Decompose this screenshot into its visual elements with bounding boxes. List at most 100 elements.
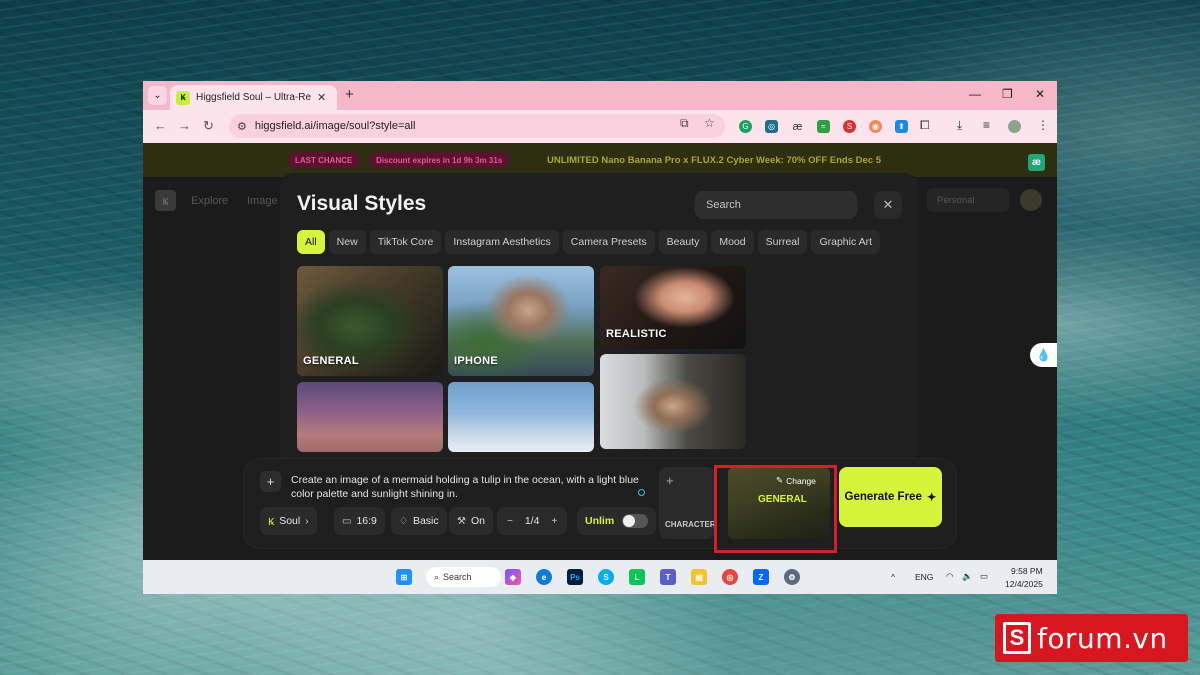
quality-selector[interactable]: ♢ Basic xyxy=(391,507,447,535)
style-card-label: IPHONE xyxy=(454,355,498,367)
skype-icon[interactable]: S xyxy=(598,569,614,585)
copilot-icon[interactable]: ◆ xyxy=(505,569,521,585)
model-selector[interactable]: Ꝃ Soul › xyxy=(260,507,317,535)
restore-button[interactable]: ❐ xyxy=(1002,87,1013,101)
edge-icon[interactable]: e xyxy=(536,569,552,585)
style-card-general[interactable]: GENERAL xyxy=(297,266,443,376)
zalo-icon[interactable]: Z xyxy=(753,569,769,585)
generate-button[interactable]: Generate Free ✦ xyxy=(839,467,942,527)
settings-gear-icon[interactable]: ⚙ xyxy=(784,569,800,585)
diamond-icon: ♢ xyxy=(399,515,408,527)
style-search-input[interactable]: Search xyxy=(695,191,857,219)
chrome-icon[interactable]: ◎ xyxy=(722,569,738,585)
tab-beauty[interactable]: Beauty xyxy=(658,230,708,254)
highlight-box xyxy=(714,465,837,553)
account-selector[interactable]: Personal xyxy=(927,188,1009,212)
tray-chevron-up-icon[interactable]: ^ xyxy=(891,572,895,582)
style-card-realistic[interactable]: REALISTIC xyxy=(600,266,746,349)
windows-start-icon[interactable]: ⊞ xyxy=(396,569,412,585)
tab-list-button[interactable]: ⌄ xyxy=(148,86,167,105)
style-card-label: REALISTIC xyxy=(606,328,667,340)
close-window-button[interactable]: ✕ xyxy=(1035,87,1045,101)
file-explorer-icon[interactable]: ▤ xyxy=(691,569,707,585)
nav-explore[interactable]: Explore xyxy=(191,195,228,207)
photoshop-icon[interactable]: Ps xyxy=(567,569,583,585)
promo-text: UNLIMITED Nano Banana Pro x FLUX.2 Cyber… xyxy=(547,155,881,166)
extension-icon[interactable]: ≈ xyxy=(817,120,830,133)
unlim-switch[interactable] xyxy=(622,514,649,528)
higgsfield-logo-icon[interactable]: Ꝃ xyxy=(155,190,176,211)
profile-avatar[interactable] xyxy=(1008,120,1021,133)
style-card-6[interactable] xyxy=(448,382,594,452)
avatar[interactable] xyxy=(1020,189,1042,211)
tab-higgsfield[interactable]: Ꝃ Higgsfield Soul – Ultra-Realistic ✕ xyxy=(170,85,337,110)
teams-icon[interactable]: T xyxy=(660,569,676,585)
forward-arrow-icon[interactable]: → xyxy=(178,118,191,133)
nav-image[interactable]: Image xyxy=(247,195,278,207)
clock-date[interactable]: 12/4/2025 xyxy=(1005,579,1043,589)
modal-close-button[interactable]: ✕ xyxy=(874,191,902,219)
back-arrow-icon[interactable]: ← xyxy=(154,118,167,133)
style-card-iphone[interactable]: IPHONE xyxy=(448,266,594,376)
extension-icon[interactable]: S xyxy=(843,120,856,133)
battery-icon[interactable]: ▭ xyxy=(980,571,988,582)
extensions-puzzle-icon[interactable]: ⧠ xyxy=(920,118,930,133)
tab-all[interactable]: All xyxy=(297,230,325,254)
add-image-button[interactable]: + xyxy=(260,471,281,492)
promo-banner[interactable]: LAST CHANCE Discount expires in 1d 9h 3m… xyxy=(143,143,1057,177)
model-label: Soul xyxy=(279,515,301,527)
tab-close-icon[interactable]: ✕ xyxy=(317,91,326,104)
taskbar-search-label: Search xyxy=(443,572,472,582)
language-indicator[interactable]: ENG xyxy=(915,572,933,582)
taskbar-search[interactable]: ⌕ Search xyxy=(426,567,501,587)
count-label: 1/4 xyxy=(524,515,540,527)
tab-new[interactable]: New xyxy=(328,230,366,254)
aspect-ratio-label: 16:9 xyxy=(356,515,377,527)
line-icon[interactable]: L xyxy=(629,569,645,585)
tab-tiktok-core[interactable]: TikTok Core xyxy=(369,230,442,254)
minimize-button[interactable]: — xyxy=(969,87,981,101)
tab-instagram-aesthetics[interactable]: Instagram Aesthetics xyxy=(445,230,559,254)
tab-mood[interactable]: Mood xyxy=(711,230,754,254)
extension-icon[interactable]: ◎ xyxy=(765,120,778,133)
enhance-toggle[interactable]: ⚒ On xyxy=(449,507,493,535)
menu-kebab-icon[interactable]: ⋮ xyxy=(1037,118,1049,132)
extension-icon[interactable]: ⬆ xyxy=(895,120,908,133)
style-card-4[interactable] xyxy=(600,354,746,449)
site-info-icon[interactable]: ⚙ xyxy=(237,120,247,133)
prompt-input[interactable]: Create an image of a mermaid holding a t… xyxy=(291,473,653,501)
ae-extension-icon[interactable]: æ xyxy=(791,120,804,133)
address-bar[interactable]: ⚙ higgsfield.ai/image/soul?style=all xyxy=(229,114,725,138)
tab-surreal[interactable]: Surreal xyxy=(757,230,808,254)
generate-label: Generate Free xyxy=(844,491,922,503)
extension-icon[interactable]: ◉ xyxy=(869,120,882,133)
ae-logo-icon[interactable]: æ xyxy=(1028,154,1045,171)
clock-time[interactable]: 9:58 PM xyxy=(1011,566,1043,576)
minus-icon[interactable]: − xyxy=(507,516,513,527)
grammarly-extension-icon[interactable]: G xyxy=(739,120,752,133)
reload-icon[interactable]: ↻ xyxy=(203,118,214,134)
wifi-icon[interactable]: ◠ xyxy=(946,571,953,582)
style-card-5[interactable] xyxy=(297,382,443,452)
download-icon[interactable]: ⤓ xyxy=(957,118,962,133)
cursor-indicator-icon xyxy=(638,489,645,496)
volume-icon[interactable]: 🔈 xyxy=(962,571,973,582)
count-stepper[interactable]: − 1/4 + xyxy=(497,507,568,535)
modal-title: Visual Styles xyxy=(297,192,427,215)
browser-window: ⌄ Ꝃ Higgsfield Soul – Ultra-Realistic ✕ … xyxy=(143,81,1057,594)
side-widget-droplet-icon[interactable]: 💧 xyxy=(1030,343,1057,367)
reading-list-icon[interactable]: ≡ xyxy=(983,118,990,132)
plus-icon[interactable]: + xyxy=(551,516,557,527)
aspect-ratio-selector[interactable]: ▭ 16:9 xyxy=(334,507,385,535)
unlimited-toggle[interactable]: Unlim xyxy=(577,507,657,535)
character-label: CHARACTER xyxy=(665,520,716,529)
url-text: higgsfield.ai/image/soul?style=all xyxy=(254,120,416,132)
bookmark-star-icon[interactable]: ☆ xyxy=(704,116,715,130)
sforum-s-icon: S xyxy=(1003,622,1031,654)
character-selector[interactable]: + CHARACTER xyxy=(659,467,716,539)
tab-camera-presets[interactable]: Camera Presets xyxy=(562,230,655,254)
unlim-label: Unlim xyxy=(585,515,615,527)
new-tab-button[interactable]: + xyxy=(345,86,354,103)
tab-graphic-art[interactable]: Graphic Art xyxy=(811,230,880,254)
install-app-icon[interactable]: ⧉ xyxy=(680,116,689,131)
